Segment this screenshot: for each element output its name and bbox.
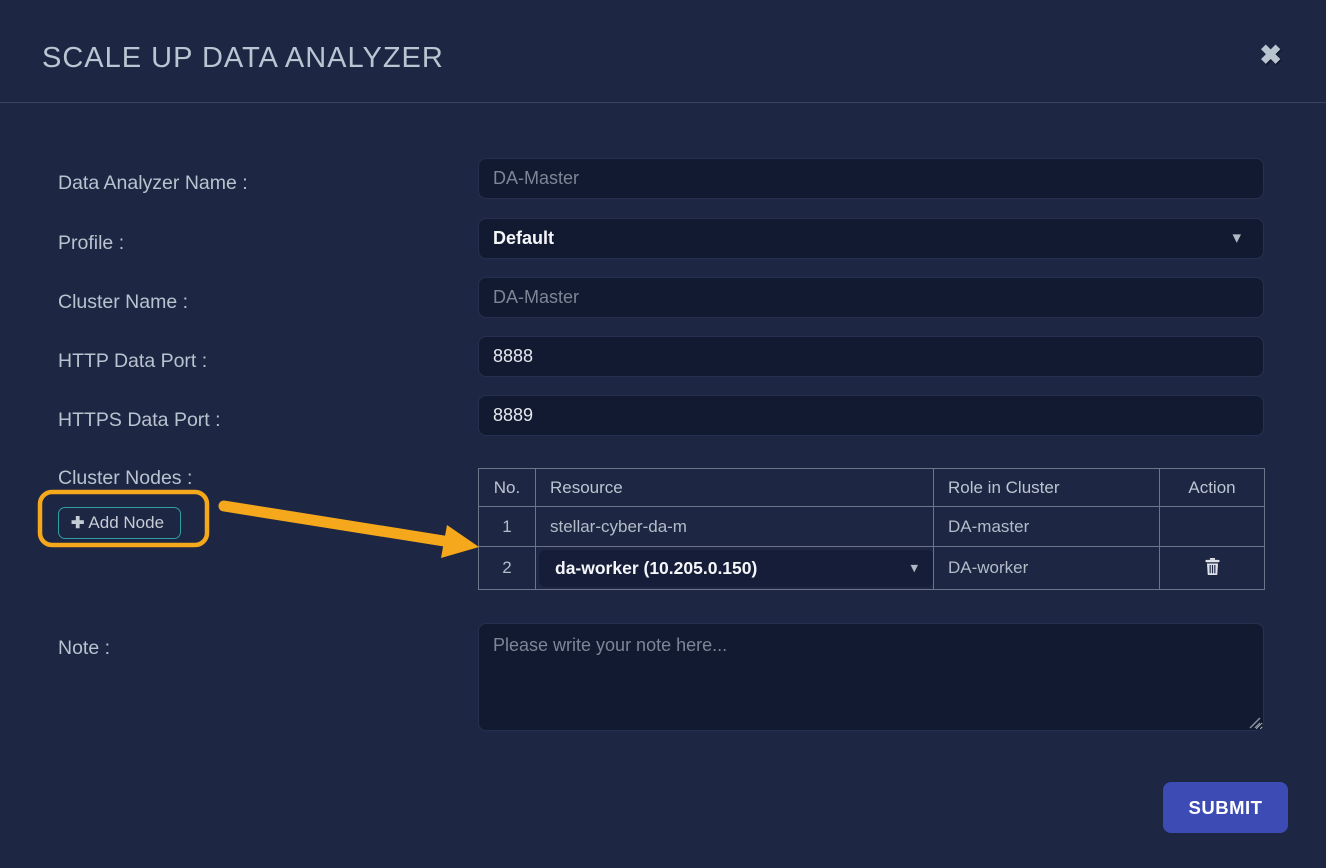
dialog-title: SCALE UP DATA ANALYZER xyxy=(42,42,444,75)
chevron-down-icon: ▾ xyxy=(910,558,918,576)
dialog-header: SCALE UP DATA ANALYZER ✖ xyxy=(0,0,1326,103)
column-header-no: No. xyxy=(479,469,536,507)
annotation-arrow-head xyxy=(441,525,479,558)
row-1-resource: stellar-cyber-da-m xyxy=(536,507,934,547)
delete-node-button[interactable] xyxy=(1201,556,1224,577)
cluster-name-input[interactable] xyxy=(478,277,1264,318)
submit-button[interactable]: SUBMIT xyxy=(1163,782,1288,833)
row-1-no: 1 xyxy=(479,507,536,547)
column-header-action: Action xyxy=(1160,469,1265,507)
row-2-resource-dropdown[interactable]: da-worker (10.205.0.150) ▾ xyxy=(539,550,934,587)
note-textarea[interactable] xyxy=(478,623,1264,731)
profile-select[interactable]: Default ▾ xyxy=(478,218,1264,259)
row-2-no: 2 xyxy=(479,547,536,590)
row-2-action xyxy=(1160,547,1265,590)
data-analyzer-name-label: Data Analyzer Name : xyxy=(58,172,248,194)
cluster-name-label: Cluster Name : xyxy=(58,291,188,313)
row-2-resource-selected-value: da-worker (10.205.0.150) xyxy=(555,558,757,579)
chevron-down-icon: ▾ xyxy=(1232,228,1241,248)
scale-up-data-analyzer-dialog: { "header": { "title": "SCALE UP DATA AN… xyxy=(0,0,1326,868)
https-data-port-input[interactable] xyxy=(478,395,1264,436)
row-2-role: DA-worker xyxy=(934,547,1160,590)
http-data-port-input[interactable] xyxy=(478,336,1264,377)
profile-label: Profile : xyxy=(58,232,124,254)
http-data-port-label: HTTP Data Port : xyxy=(58,350,207,372)
row-1-action xyxy=(1160,507,1265,547)
https-data-port-label: HTTPS Data Port : xyxy=(58,409,221,431)
table-row: 2 da-worker (10.205.0.150) ▾ DA-worker xyxy=(479,547,1265,590)
column-header-role: Role in Cluster xyxy=(934,469,1160,507)
column-header-resource: Resource xyxy=(536,469,934,507)
close-icon[interactable]: ✖ xyxy=(1259,42,1282,69)
table-header-row: No. Resource Role in Cluster Action xyxy=(479,469,1265,507)
add-node-label: Add Node xyxy=(88,513,164,533)
data-analyzer-name-input[interactable] xyxy=(478,158,1264,199)
add-node-button[interactable]: ✚ Add Node xyxy=(58,507,181,539)
row-2-resource-cell: da-worker (10.205.0.150) ▾ xyxy=(536,547,934,590)
table-row: 1 stellar-cyber-da-m DA-master xyxy=(479,507,1265,547)
plus-icon: ✚ xyxy=(71,513,84,533)
cluster-nodes-label: Cluster Nodes : xyxy=(58,467,192,489)
profile-selected-value: Default xyxy=(493,228,554,249)
annotation-arrow-shaft xyxy=(224,506,444,541)
row-1-role: DA-master xyxy=(934,507,1160,547)
trash-icon xyxy=(1205,558,1220,575)
note-label: Note : xyxy=(58,637,110,659)
cluster-nodes-table: No. Resource Role in Cluster Action 1 st… xyxy=(478,468,1265,590)
